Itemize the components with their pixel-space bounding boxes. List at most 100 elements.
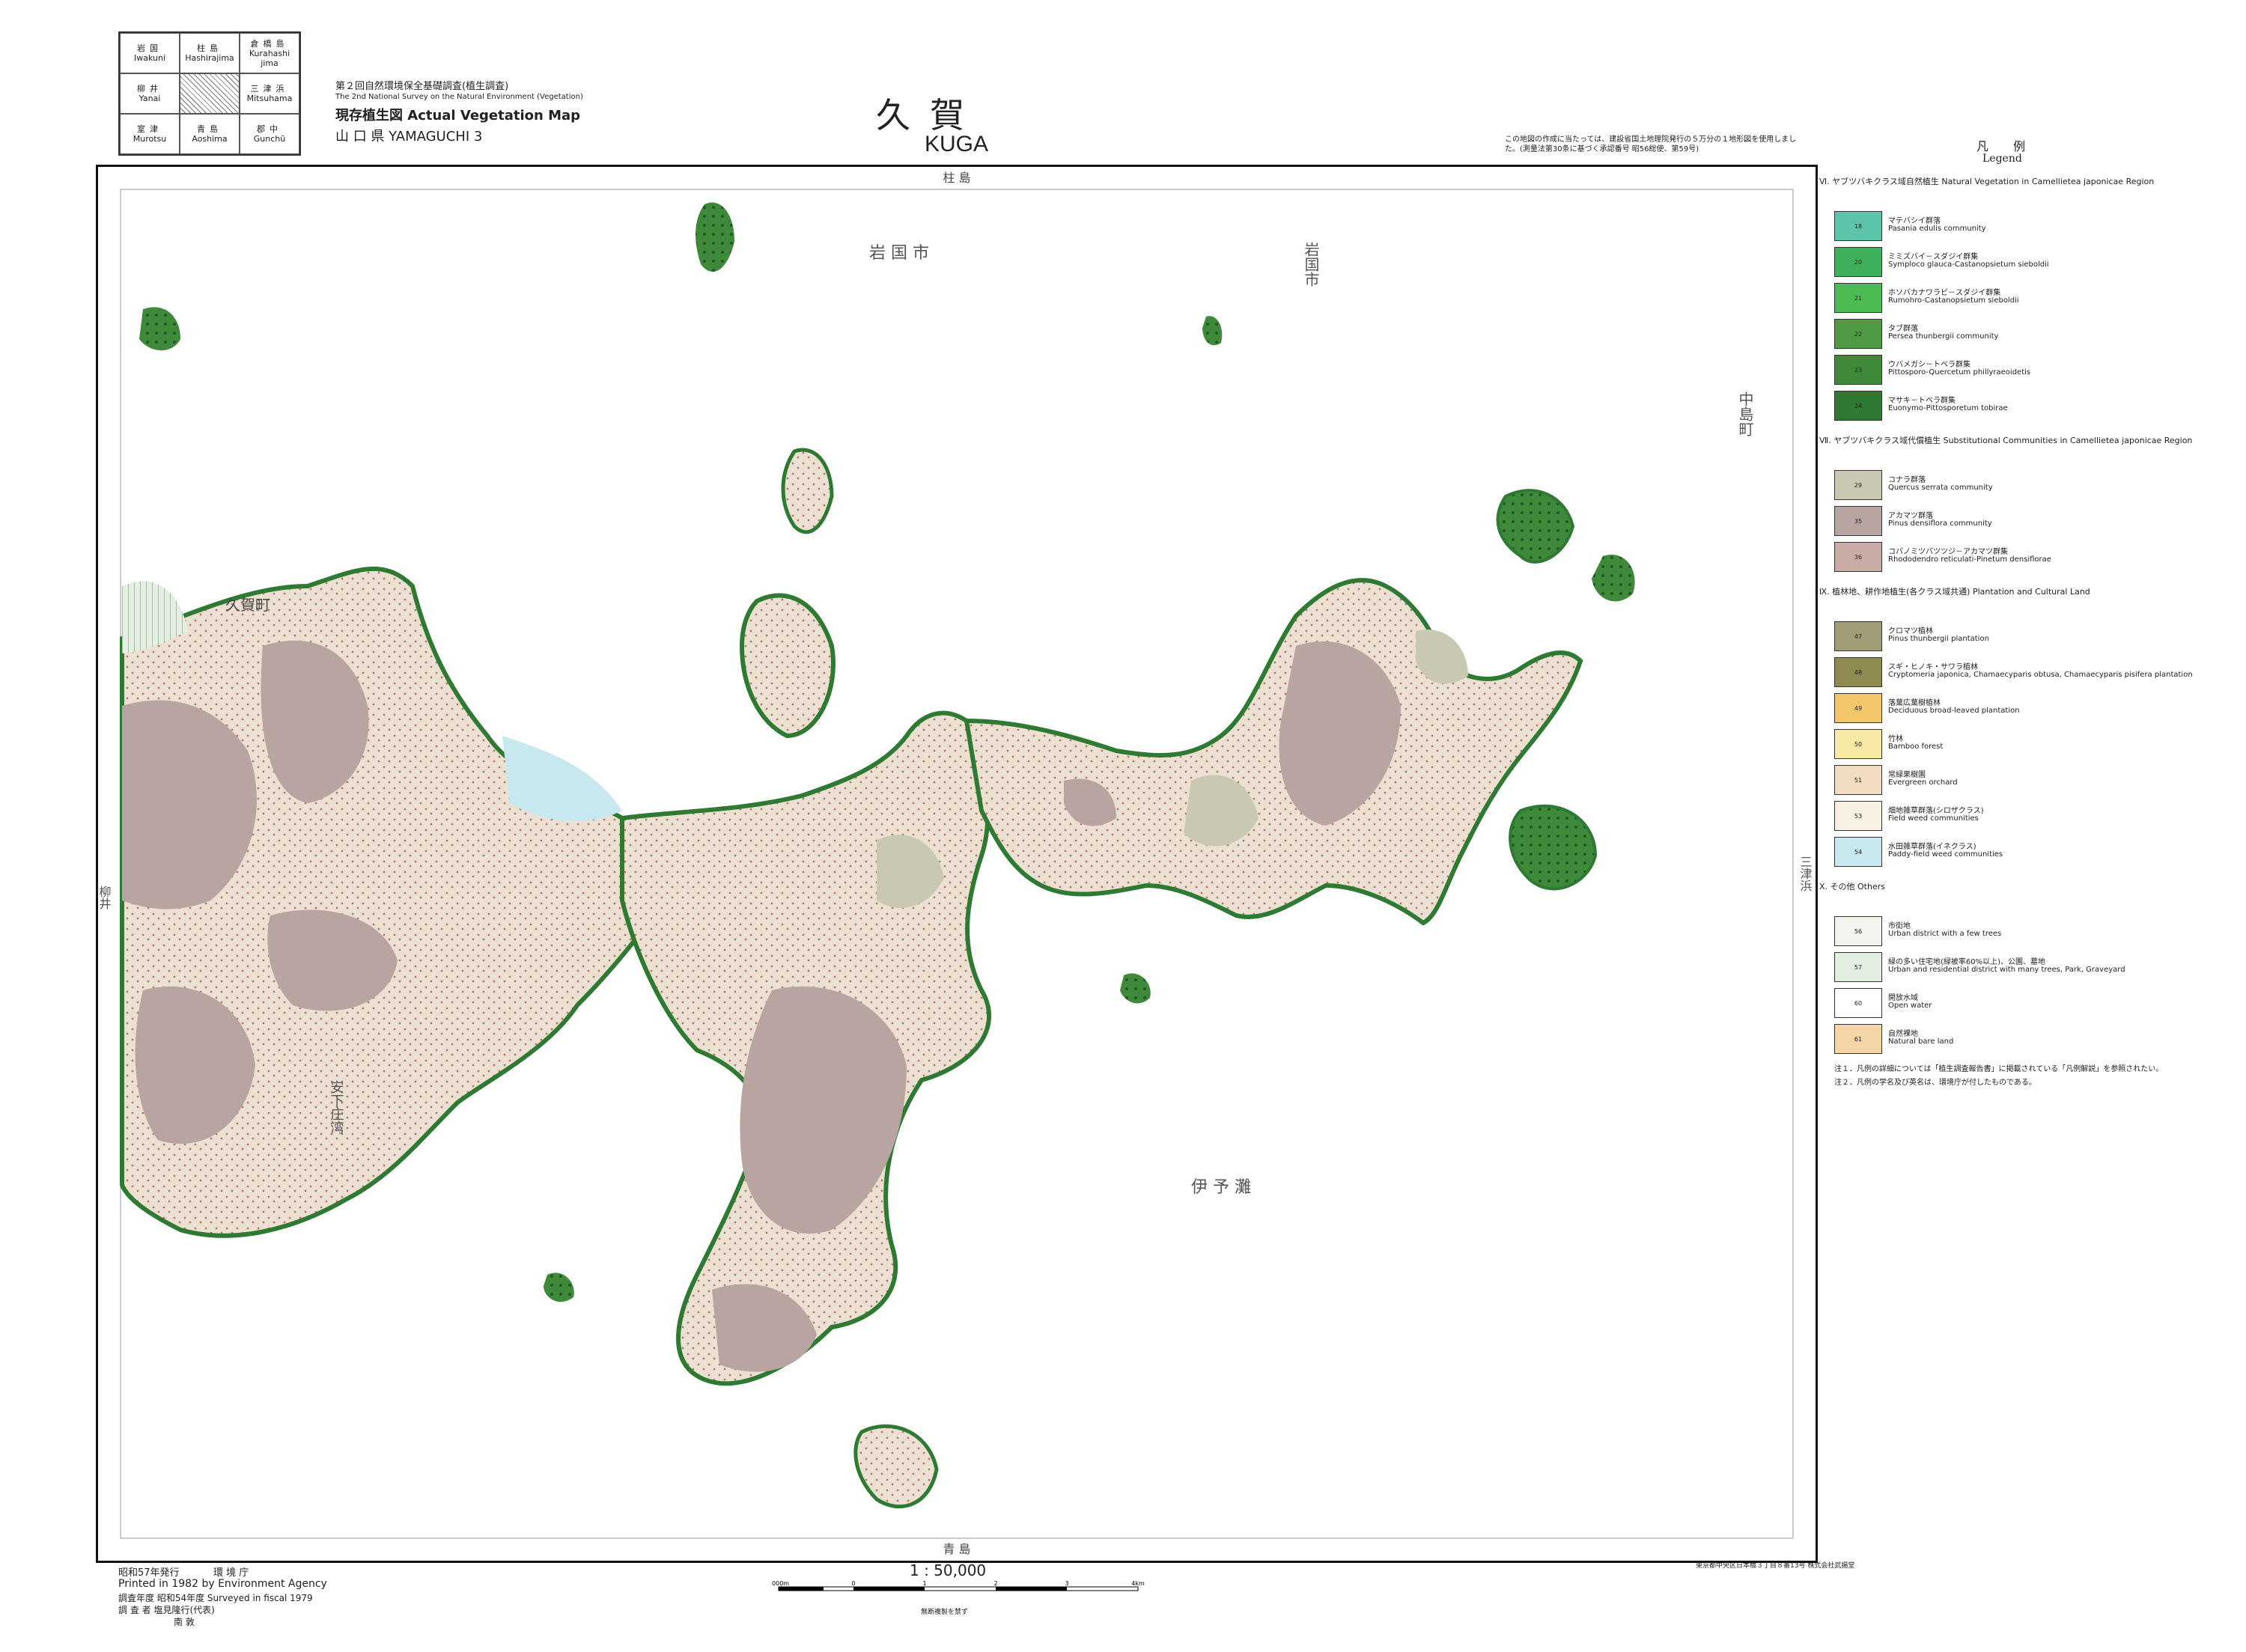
publisher: 環 境 庁: [213, 1567, 249, 1579]
edge-label-left: 柳井: [98, 886, 112, 909]
label-nakajima-town: 中島町: [1736, 391, 1754, 436]
legend-item: 48 スギ・ヒノキ・サワラ植林 Cryptomeria japonica, Cham…: [1834, 657, 2239, 687]
scale-tick-label: 4km: [1131, 1580, 1145, 1587]
legend-item: 21 ホソバカナワラビ－スダジイ群集 Rumohro-Castanopsietum …: [1834, 283, 2239, 313]
legend-label-en: Rumohro-Castanopsietum sieboldii: [1888, 296, 2019, 305]
legend-note: 注１．凡例の詳細については「植生調査報告書」に掲載されている「凡例解説」を参照さ…: [1834, 1065, 2164, 1073]
legend-item: 20 ミミズバイ－スダジイ群集 Symploco glauca-Castanopsi…: [1834, 247, 2239, 277]
legend-item: 18 マテバシイ群落 Pasania edulis community: [1834, 211, 2239, 241]
legend-label-jp: 水田雑草群落(イネクラス): [1888, 843, 1976, 851]
edge-label-right: 三津浜: [1798, 856, 1813, 891]
legend-swatch: 47: [1834, 621, 1882, 651]
index-cell-current: [180, 73, 240, 114]
map-title-en: KUGA: [925, 132, 989, 156]
legend-label-jp: 竹林: [1888, 735, 1903, 743]
legend-label-jp: スギ・ヒノキ・サワラ植林: [1888, 663, 1978, 671]
legend-section-heading: Ⅶ. ヤブツバキクラス域代償植生 Substitutional Communit…: [1819, 436, 2193, 445]
legend-section-heading: Ⅹ. その他 Others: [1819, 882, 1885, 891]
scale-tick-label: 3: [1065, 1580, 1068, 1587]
legend-label-en: Quercus serrata community: [1888, 484, 1993, 492]
label-iyo-nada: 伊 予 灘: [1191, 1178, 1251, 1197]
map-type: 現存植生図 Actual Vegetation Map: [335, 108, 581, 124]
legend-swatch: 18: [1834, 211, 1882, 241]
printer-info: 東京都中央区日本橋３丁目８番13号 株式会社武揚堂: [1696, 1562, 1855, 1570]
index-cell: 倉橋島 Kurahashi jima: [240, 33, 299, 73]
legend-label-jp: コバノミツバツツジ－アカマツ群集: [1888, 548, 2008, 556]
island-north: [781, 448, 834, 534]
legend-label-en: Persea thunbergii community: [1888, 332, 1999, 341]
publish-date: 昭和57年発行: [118, 1567, 180, 1579]
copyright-note: 無断複製を禁ず: [921, 1609, 969, 1616]
legend-label-en: Euonymo-Pittosporetum tobirae: [1888, 404, 2008, 412]
index-cell: 室津 Murotsu: [120, 114, 180, 154]
legend-swatch: 50: [1834, 729, 1882, 759]
legend-label-en: Natural bare land: [1888, 1037, 1954, 1046]
legend-item: 61 自然裸地 Natural bare land: [1834, 1024, 2239, 1054]
legend-swatch: 24: [1834, 391, 1882, 421]
legend-item: 56 市街地 Urban district with a few trees: [1834, 916, 2239, 946]
legend-label-jp: マサキ－トベラ群集: [1888, 397, 1956, 405]
legend-label-en: Pasania edulis community: [1888, 225, 1986, 233]
legend-label-en: Deciduous broad-leaved plantation: [1888, 707, 2020, 715]
edge-label-bottom: 青 島: [943, 1542, 970, 1556]
survey-year: 調査年度 昭和54年度 Surveyed in fiscal 1979: [118, 1593, 313, 1603]
legend-swatch: 23: [1834, 355, 1882, 385]
scale-tick-label: 1: [922, 1580, 926, 1587]
legend-label-en: Field weed communities: [1888, 814, 1979, 823]
legend-swatch: 60: [1834, 988, 1882, 1018]
label-iwakuni-city: 岩 国 市: [869, 244, 929, 263]
legend-item: 50 竹林 Bamboo forest: [1834, 729, 2239, 759]
legend-swatch: 35: [1834, 506, 1882, 536]
legend-label-en: Pinus densiflora community: [1888, 519, 1992, 528]
legend-item: 51 常緑果樹園 Evergreen orchard: [1834, 765, 2239, 795]
legend-label-en: Pinus thunbergii plantation: [1888, 635, 1989, 643]
index-cell: 岩国 Iwakuni: [120, 33, 180, 73]
legend-swatch: 53: [1834, 801, 1882, 831]
legend-section-heading: Ⅸ. 植林地、耕作地植生(各クラス域共通) Plantation and Cul…: [1819, 587, 2090, 597]
scale-tick-label: 2: [993, 1580, 997, 1587]
legend-item: 54 水田雑草群落(イネクラス) Paddy-field weed communit…: [1834, 837, 2239, 867]
map-frame: 柱 島 青 島 岩 国 市 岩国市 久賀町 中島町 伊 予 灘 柳井 三津浜 安…: [96, 165, 1818, 1563]
legend-label-jp: ミミズバイ－スダジイ群集: [1888, 253, 1979, 261]
legend-swatch: 54: [1834, 837, 1882, 867]
legend-swatch: 48: [1834, 657, 1882, 687]
legend-label-en: Symploco glauca-Castanopsietum sieboldii: [1888, 260, 2049, 269]
map-title-jp: 久賀: [876, 95, 984, 135]
legend-swatch: 56: [1834, 916, 1882, 946]
legend-item: 24 マサキ－トベラ群集 Euonymo-Pittosporetum tobirae: [1834, 391, 2239, 421]
scale-bar: 1000m 0 1 2 3 4km: [771, 1580, 1145, 1591]
legend-label-jp: 開放水域: [1888, 994, 1918, 1002]
legend-item: 22 タブ群落 Persea thunbergii community: [1834, 319, 2239, 349]
legend-item: 36 コバノミツバツツジ－アカマツ群集 Rhododendro reticulati…: [1834, 542, 2239, 572]
legend-label-jp: クロマツ植林: [1888, 627, 1933, 635]
index-cell: 三津浜 Mitsuhama: [240, 73, 299, 114]
scale-tick-label: 0: [851, 1580, 855, 1587]
legend-label-en: Rhododendro reticulati-Pinetum densiflor…: [1888, 555, 2051, 564]
legend-label-jp: 畑地雑草群落(シロザクラス): [1888, 807, 1984, 815]
printed-by: Printed in 1982 by Environment Agency: [118, 1578, 327, 1590]
legend-section-heading: Ⅵ. ヤブツバキクラス域自然植生 Natural Vegetation in C…: [1819, 177, 2155, 186]
label-bay: 安下庄湾: [329, 1080, 344, 1135]
legend-label-jp: アカマツ群落: [1888, 512, 1933, 520]
prefecture: 山 口 県 YAMAGUCHI 3: [335, 129, 483, 144]
source-note: この地図の作成に当たっては、建設省国土地理院発行の５万分の１地形図を使用しました…: [1505, 135, 1797, 153]
legend-swatch: 61: [1834, 1024, 1882, 1054]
legend-title: 凡 例: [1976, 139, 2036, 153]
legend-label-jp: ホソバカナワラビ－スダジイ群集: [1888, 289, 2001, 297]
legend-swatch: 20: [1834, 247, 1882, 277]
legend-label-en: Bamboo forest: [1888, 743, 1944, 751]
index-cell: 郡中 Gunchū: [240, 114, 299, 154]
legend-label-en: Urban district with a few trees: [1888, 930, 2002, 938]
legend-item: 23 ウバメガシ－トベラ群集 Pittosporo-Quercetum philly…: [1834, 355, 2239, 385]
legend-label-jp: ウバメガシ－トベラ群集: [1888, 361, 1970, 369]
legend-label-jp: コナラ群落: [1888, 476, 1926, 484]
legend-label-en: Cryptomeria japonica, Chamaecyparis obtu…: [1888, 671, 2193, 679]
label-kuga-town: 久賀町: [225, 596, 270, 614]
legend-label-jp: 落葉広葉樹植林: [1888, 699, 1941, 707]
index-sheet-grid: 岩国 Iwakuni 柱島 Hashirajima 倉橋島 Kurahashi jim…: [118, 31, 301, 156]
vegetation-map: 柱 島 青 島 岩 国 市 岩国市 久賀町 中島町 伊 予 灘 柳井 三津浜 安…: [98, 171, 1813, 1556]
legend-swatch: 36: [1834, 542, 1882, 572]
legend-item: 47 クロマツ植林 Pinus thunbergii plantation: [1834, 621, 2239, 651]
legend-item: 57 緑の多い住宅地(緑被率60%以上)、公園、墓地 Urban and resid…: [1834, 952, 2239, 982]
survey-title-en: The 2nd National Survey on the Natural E…: [335, 93, 583, 101]
